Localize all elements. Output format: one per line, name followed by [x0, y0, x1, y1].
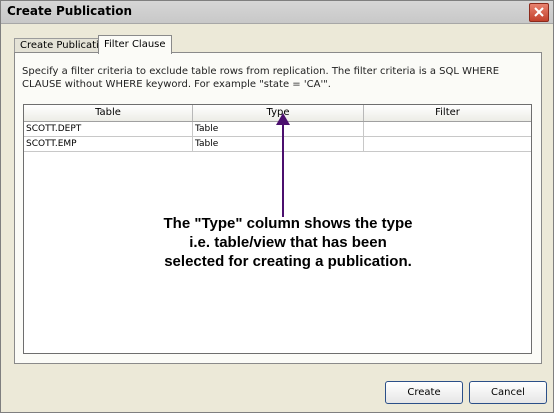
column-header-table[interactable]: Table	[24, 105, 193, 121]
annotation-arrow	[276, 113, 290, 217]
cell-filter[interactable]	[364, 137, 531, 151]
annotation-line-1: The "Type" column shows the type	[163, 215, 413, 232]
window-title: Create Publication	[7, 4, 133, 18]
tab-filter-clause[interactable]: Filter Clause	[98, 35, 172, 54]
cancel-button-label: Cancel	[491, 387, 525, 398]
column-header-filter[interactable]: Filter	[364, 105, 531, 121]
create-button[interactable]: Create	[385, 381, 463, 404]
cell-filter[interactable]	[364, 122, 531, 136]
close-button[interactable]	[529, 3, 549, 22]
annotation-callout: The "Type" column shows the type i.e. ta…	[143, 214, 433, 271]
filter-description: Specify a filter criteria to exclude tab…	[22, 66, 500, 90]
cancel-button[interactable]: Cancel	[469, 381, 547, 404]
cell-table[interactable]: SCOTT.EMP	[24, 137, 193, 151]
annotation-line-3: selected for creating a publication.	[164, 253, 412, 270]
create-button-label: Create	[407, 387, 441, 398]
close-icon	[534, 7, 544, 17]
cell-table[interactable]: SCOTT.DEPT	[24, 122, 193, 136]
annotation-line-2: i.e. table/view that has been	[189, 234, 387, 251]
create-publication-dialog: Create Publication Create Publication Fi…	[0, 0, 554, 413]
title-bar: Create Publication	[1, 1, 553, 24]
